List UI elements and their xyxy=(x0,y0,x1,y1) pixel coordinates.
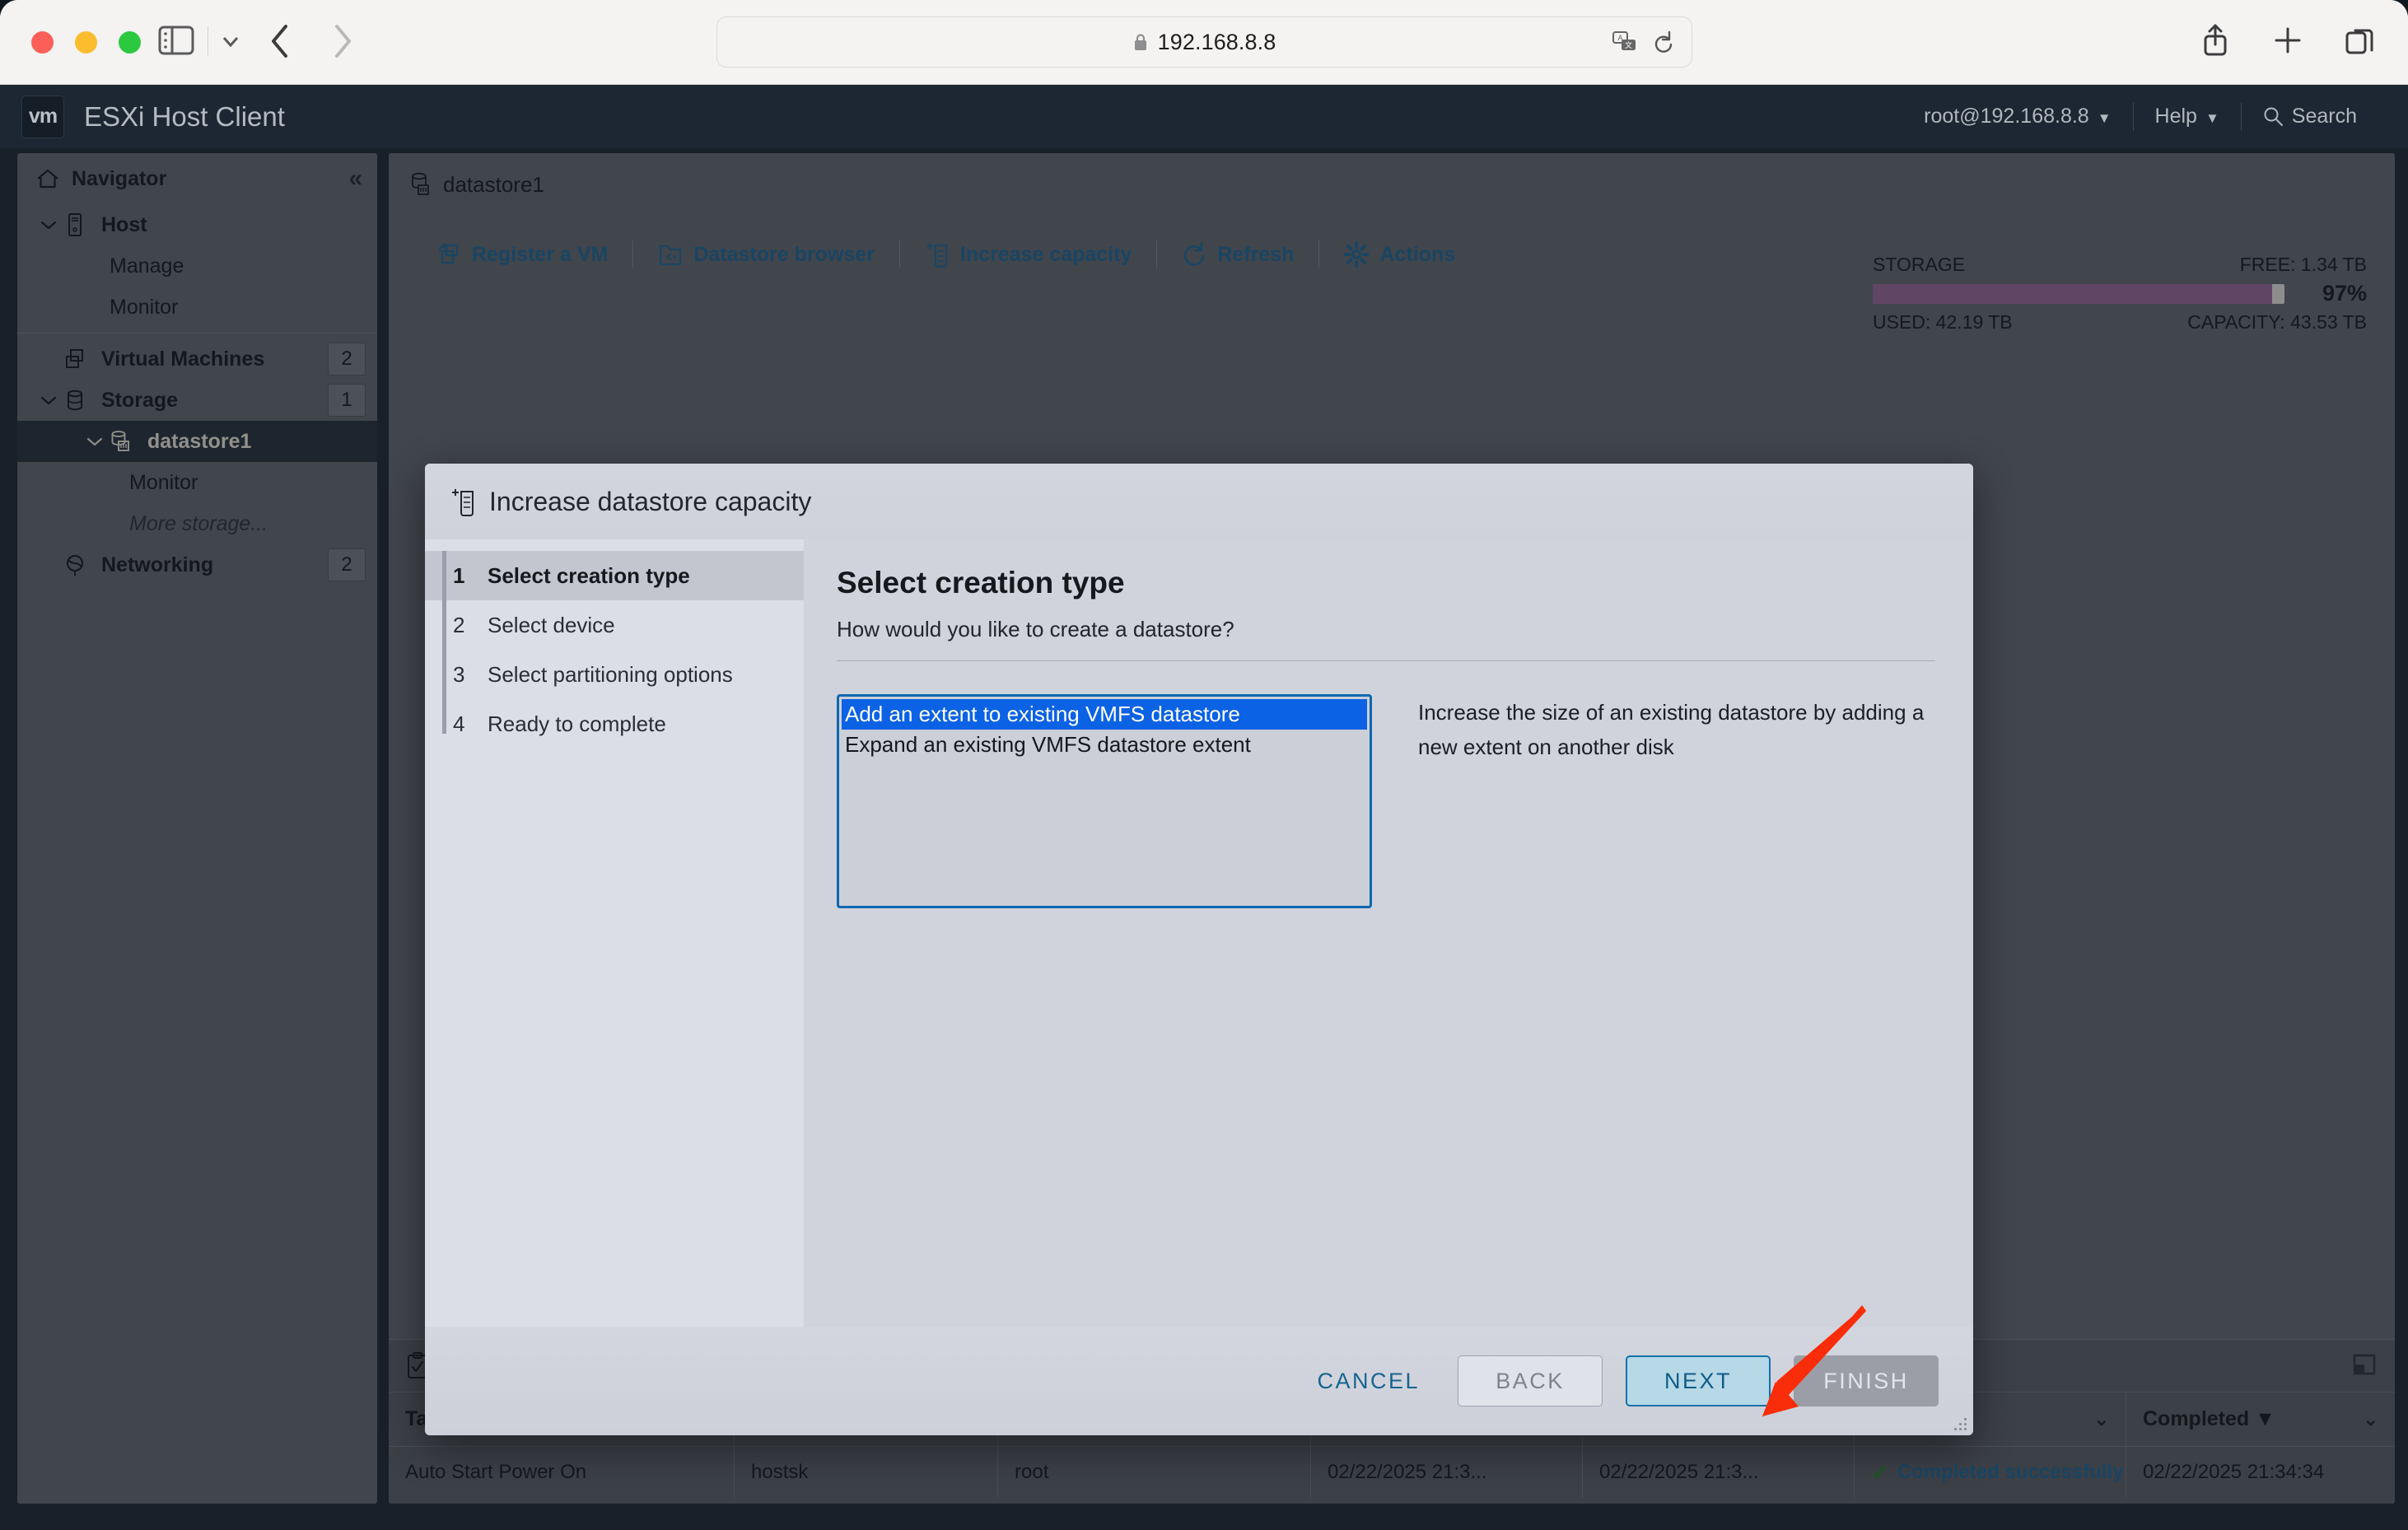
wizard-step-label: Select device xyxy=(488,612,615,637)
window-traffic-lights xyxy=(31,31,141,54)
next-button[interactable]: NEXT xyxy=(1626,1355,1771,1406)
app-title: ESXi Host Client xyxy=(84,100,285,132)
share-icon[interactable] xyxy=(2199,21,2232,59)
page-subtitle: How would you like to create a datastore… xyxy=(837,617,1234,641)
divider xyxy=(837,660,1935,661)
new-tab-plus-icon[interactable] xyxy=(2271,21,2304,59)
wizard-step-number: 4 xyxy=(453,711,465,736)
chevron-down-icon: ▼ xyxy=(2097,110,2112,126)
increase-capacity-icon xyxy=(452,489,474,516)
back-button[interactable]: BACK xyxy=(1458,1355,1603,1406)
tab-overview-icon[interactable] xyxy=(2344,21,2377,59)
page-title: Select creation type xyxy=(837,566,1125,599)
help-menu[interactable]: Help ▼ xyxy=(2134,105,2241,128)
chevron-down-icon[interactable] xyxy=(216,28,245,54)
minimize-window-button[interactable] xyxy=(75,31,97,54)
dialog-footer: CANCEL BACK NEXT FINISH xyxy=(425,1327,1973,1435)
app-header: vm ESXi Host Client root@192.168.8.8 ▼ H… xyxy=(0,85,2408,148)
wizard-step-3[interactable]: 3 Select partitioning options xyxy=(425,650,804,699)
lock-icon xyxy=(1134,33,1146,50)
wizard-step-list: 1 Select creation type 2 Select device 3 Sele… xyxy=(425,539,804,1327)
browser-toolbar-right xyxy=(2199,21,2377,59)
cancel-button[interactable]: CANCEL xyxy=(1302,1355,1435,1406)
wizard-page-content: Select creation type How would you like … xyxy=(804,539,1973,1327)
wizard-step-1[interactable]: 1 Select creation type xyxy=(425,551,804,600)
app-header-right: root@192.168.8.8 ▼ Help ▼ Search xyxy=(1902,102,2378,131)
wizard-step-number: 1 xyxy=(453,562,465,588)
search-box[interactable]: Search xyxy=(2242,105,2378,128)
creation-type-description: Increase the size of an existing datasto… xyxy=(1418,700,1925,759)
wizard-step-4[interactable]: 4 Ready to complete xyxy=(425,699,804,749)
listbox-option-1[interactable]: Expand an existing VMFS datastore extent xyxy=(842,730,1367,760)
wizard-step-number: 2 xyxy=(453,612,465,637)
creation-type-section: Add an extent to existing VMFS datastore… xyxy=(837,694,1935,908)
dialog-resize-grip[interactable] xyxy=(1952,1416,1967,1430)
esxi-host-client-app: vm ESXi Host Client root@192.168.8.8 ▼ H… xyxy=(0,85,2408,1530)
finish-button[interactable]: FINISH xyxy=(1794,1355,1939,1406)
dialog-title-bar: Increase datastore capacity xyxy=(425,464,1973,539)
increase-datastore-capacity-dialog: Increase datastore capacity 1 Select crea… xyxy=(425,464,1973,1435)
creation-type-listbox[interactable]: Add an extent to existing VMFS datastore… xyxy=(837,694,1372,908)
user-menu-label: root@192.168.8.8 xyxy=(1924,105,2089,128)
listbox-option-0[interactable]: Add an extent to existing VMFS datastore xyxy=(842,699,1367,730)
search-icon xyxy=(2264,107,2283,126)
address-bar[interactable]: 192.168.8.8 A 文 xyxy=(716,16,1692,68)
maximize-window-button[interactable] xyxy=(119,31,141,54)
safari-browser-window: 192.168.8.8 A 文 vm ESXi Host Client root… xyxy=(0,0,2408,1530)
wizard-step-label: Select partitioning options xyxy=(488,661,733,687)
dialog-title: Increase datastore capacity xyxy=(489,486,812,516)
close-window-button[interactable] xyxy=(31,31,54,54)
reload-icon[interactable] xyxy=(1652,30,1673,54)
address-bar-icons: A 文 xyxy=(1612,30,1673,54)
translate-icon[interactable]: A 文 xyxy=(1612,30,1637,54)
wizard-step-number: 3 xyxy=(453,661,465,687)
browser-back-button[interactable] xyxy=(262,18,300,64)
browser-toolbar: 192.168.8.8 A 文 xyxy=(0,0,2408,85)
sidebar-toggle-icon[interactable] xyxy=(156,23,196,58)
svg-text:文: 文 xyxy=(1625,40,1632,49)
help-menu-label: Help xyxy=(2154,105,2197,128)
address-bar-text: 192.168.8.8 xyxy=(1157,29,1276,54)
wizard-step-label: Ready to complete xyxy=(488,711,666,736)
wizard-step-2[interactable]: 2 Select device xyxy=(425,600,804,650)
wizard-step-label: Select creation type xyxy=(488,562,690,588)
dialog-body: 1 Select creation type 2 Select device 3 Sele… xyxy=(425,539,1973,1327)
desktop-backdrop: 192.168.8.8 A 文 vm ESXi Host Client root… xyxy=(0,0,2408,1530)
chevron-down-icon: ▼ xyxy=(2205,110,2219,126)
vmware-logo: vm xyxy=(21,95,64,138)
app-body: Navigator « Host Manage Monitor Virtual Mac… xyxy=(0,148,2408,1530)
user-menu[interactable]: root@192.168.8.8 ▼ xyxy=(1902,105,2132,128)
browser-forward-button[interactable] xyxy=(323,18,361,64)
search-label: Search xyxy=(2291,105,2357,128)
